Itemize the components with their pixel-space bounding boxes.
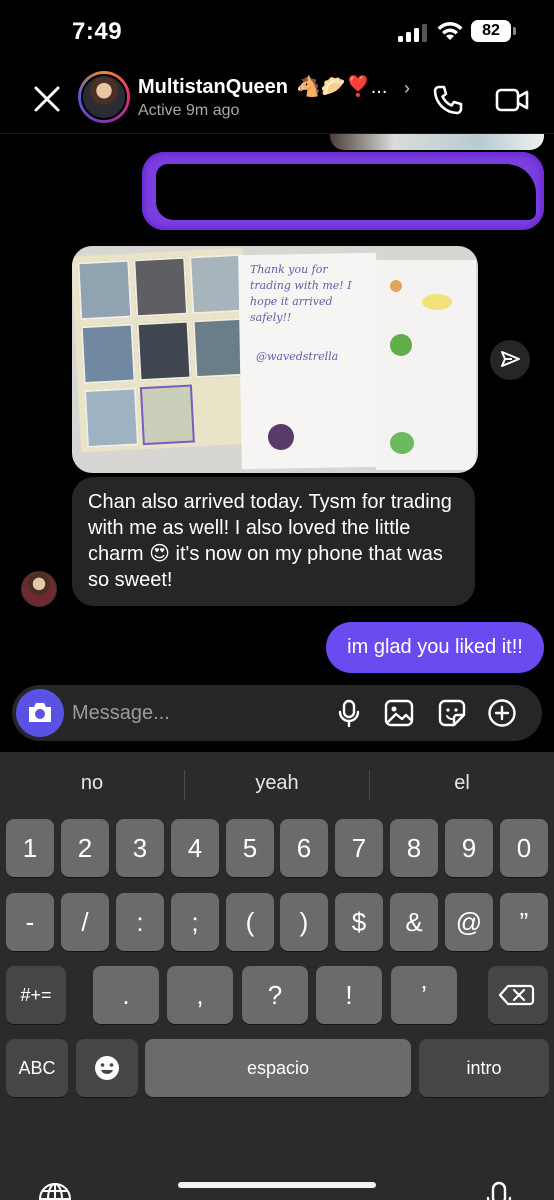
backspace-key[interactable] xyxy=(488,966,548,1024)
redacted-sent-message xyxy=(142,152,544,230)
key-quote[interactable]: ” xyxy=(500,893,548,951)
microphone-icon[interactable] xyxy=(334,698,364,728)
status-time: 7:49 xyxy=(72,18,123,45)
contact-avatar[interactable] xyxy=(78,71,130,123)
emoji-icon xyxy=(95,1056,119,1080)
key-8[interactable]: 8 xyxy=(390,819,438,877)
key-0[interactable]: 0 xyxy=(500,819,548,877)
globe-icon[interactable] xyxy=(36,1180,74,1200)
gallery-icon[interactable] xyxy=(384,698,414,728)
chevron-right-icon[interactable]: › xyxy=(404,78,410,99)
key-period[interactable]: . xyxy=(93,966,159,1024)
wifi-icon xyxy=(437,22,463,40)
key-abc[interactable]: ABC xyxy=(6,1039,68,1097)
cellular-signal-icon xyxy=(398,24,430,42)
close-icon[interactable] xyxy=(28,80,66,118)
message-composer xyxy=(12,685,542,741)
camera-icon xyxy=(29,703,51,722)
key-9[interactable]: 9 xyxy=(445,819,493,877)
card-handwritten-note: Thank you for trading with me! I hope it… xyxy=(250,263,352,324)
key-comma[interactable]: , xyxy=(167,966,233,1024)
contact-name[interactable]: MultistanQueen xyxy=(138,76,288,99)
sticker-icon[interactable] xyxy=(437,698,467,728)
key-ampersand[interactable]: & xyxy=(390,893,438,951)
key-dollar[interactable]: $ xyxy=(335,893,383,951)
home-indicator xyxy=(178,1182,376,1188)
suggestion-2[interactable]: yeah xyxy=(185,772,369,795)
key-more-symbols[interactable]: #+= xyxy=(6,966,66,1024)
backspace-icon xyxy=(498,984,535,1006)
share-icon[interactable] xyxy=(490,340,530,380)
key-7[interactable]: 7 xyxy=(335,819,383,877)
message-input[interactable] xyxy=(72,685,322,741)
battery-tip xyxy=(513,27,516,35)
key-close-paren[interactable]: ) xyxy=(280,893,328,951)
sticker xyxy=(390,334,412,356)
key-6[interactable]: 6 xyxy=(280,819,328,877)
sent-message[interactable]: im glad you liked it!! xyxy=(326,622,544,673)
phone-icon[interactable] xyxy=(430,82,466,118)
key-exclamation[interactable]: ! xyxy=(316,966,382,1024)
photocard-binder-page xyxy=(72,247,254,453)
photo-message[interactable]: Thank you for trading with me! I hope it… xyxy=(72,246,478,473)
space-key[interactable]: espacio xyxy=(145,1039,411,1097)
key-slash[interactable]: / xyxy=(61,893,109,951)
key-3[interactable]: 3 xyxy=(116,819,164,877)
contact-active-status: Active 9m ago xyxy=(138,102,240,119)
sticker xyxy=(390,280,402,292)
key-semicolon[interactable]: ; xyxy=(171,893,219,951)
key-at[interactable]: @ xyxy=(445,893,493,951)
card-handle: @wavedstrella xyxy=(256,350,339,363)
battery-indicator: 82 xyxy=(471,20,511,42)
emoji-key[interactable] xyxy=(76,1039,138,1097)
suggestion-3[interactable]: el xyxy=(370,772,554,795)
previous-photo-message[interactable] xyxy=(330,134,544,150)
key-1[interactable]: 1 xyxy=(6,819,54,877)
key-hyphen[interactable]: - xyxy=(6,893,54,951)
plus-icon[interactable] xyxy=(487,698,517,728)
contact-name-emojis[interactable]: 🐴🥟❣️... xyxy=(296,74,387,99)
key-open-paren[interactable]: ( xyxy=(226,893,274,951)
status-bar: 7:49 82 xyxy=(0,0,554,64)
key-colon[interactable]: : xyxy=(116,893,164,951)
sticker xyxy=(268,424,294,450)
chat-header: MultistanQueen 🐴🥟❣️... › Active 9m ago xyxy=(0,64,554,134)
dictation-icon[interactable] xyxy=(482,1180,516,1200)
sticker xyxy=(390,432,414,454)
key-apostrophe[interactable]: ’ xyxy=(391,966,457,1024)
key-question[interactable]: ? xyxy=(242,966,308,1024)
return-key[interactable]: intro xyxy=(419,1039,549,1097)
camera-button[interactable] xyxy=(16,689,64,737)
suggestion-1[interactable]: no xyxy=(0,772,184,795)
key-5[interactable]: 5 xyxy=(226,819,274,877)
key-2[interactable]: 2 xyxy=(61,819,109,877)
received-message[interactable]: Chan also arrived today. Tysm for tradin… xyxy=(72,477,475,606)
sticker xyxy=(422,294,452,310)
key-4[interactable]: 4 xyxy=(171,819,219,877)
video-icon[interactable] xyxy=(494,82,530,118)
keyboard: no yeah el 1 2 3 4 5 6 7 8 9 0 - / : ; (… xyxy=(0,752,554,1200)
sender-avatar[interactable] xyxy=(21,571,57,607)
